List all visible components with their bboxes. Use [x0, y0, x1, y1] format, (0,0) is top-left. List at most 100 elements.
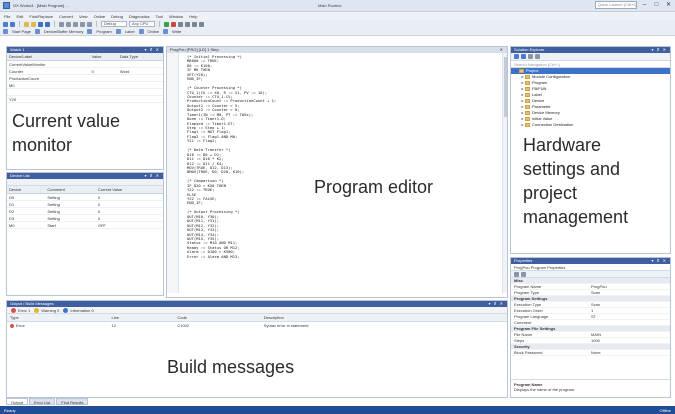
- device-col-device[interactable]: Device: [7, 186, 46, 194]
- save-all-icon[interactable]: [45, 21, 50, 27]
- code-area[interactable]: (* Initial Processing *) M8000 := TRUE; D0…: [179, 53, 276, 293]
- alphabetical-icon[interactable]: [521, 271, 526, 277]
- menu-edit[interactable]: Edit: [16, 14, 23, 19]
- property-value[interactable]: [591, 320, 670, 325]
- build-col-code[interactable]: Code: [174, 314, 261, 322]
- run-icon[interactable]: [164, 21, 169, 27]
- monitor-row[interactable]: [7, 88, 163, 96]
- tab-find-results[interactable]: Find Results: [56, 398, 89, 405]
- panel-pin-close-icons[interactable]: ▾ ⊼ ✕: [488, 301, 504, 307]
- stop-icon[interactable]: [171, 21, 176, 27]
- build-col-description[interactable]: Description: [260, 314, 507, 322]
- refresh-icon[interactable]: [521, 54, 526, 59]
- build-col-line[interactable]: Line: [108, 314, 175, 322]
- property-value[interactable]: 1000: [591, 338, 670, 343]
- panel-pin-close-icons[interactable]: ▾ ⊼ ✕: [651, 258, 667, 264]
- explorer-search-input[interactable]: Search Navigation (Ctrl+;): [511, 61, 670, 68]
- menu-file[interactable]: File: [4, 14, 10, 19]
- menu-window[interactable]: Window: [169, 14, 183, 19]
- property-value[interactable]: Scan: [591, 302, 670, 307]
- configuration-dropdown[interactable]: Debug: [101, 21, 127, 27]
- property-value[interactable]: [591, 344, 670, 349]
- monitor-row[interactable]: Counter 0 Word: [7, 67, 163, 75]
- read-plc-icon[interactable]: [199, 21, 204, 27]
- monitor-row[interactable]: M0: [7, 81, 163, 89]
- info-filter-button[interactable]: Information 0: [63, 307, 94, 313]
- menu-tool[interactable]: Tool: [156, 14, 163, 19]
- menu-view[interactable]: View: [79, 14, 88, 19]
- code-line[interactable]: Error := Alarm AND M13;: [187, 254, 276, 259]
- minimize-button[interactable]: –: [640, 1, 649, 9]
- panel-pin-close-icons[interactable]: ▾ ⊼ ✕: [144, 173, 160, 179]
- panel-pin-close-icons[interactable]: ▾ ⊼ ✕: [144, 47, 160, 53]
- properties-object-selector[interactable]: ProgPou Program Properties: [511, 264, 670, 271]
- property-value[interactable]: ST: [591, 314, 670, 319]
- tree-item[interactable]: ▸ Connection Destination: [511, 122, 670, 128]
- properties-icon[interactable]: [535, 54, 540, 59]
- property-value[interactable]: 1: [591, 308, 670, 313]
- quick-launch-input[interactable]: Quick Launch (Ctrl+Q): [595, 1, 637, 9]
- back-icon[interactable]: [3, 21, 8, 27]
- monitor-row[interactable]: ProductionCount: [7, 74, 163, 82]
- menu-help[interactable]: Help: [189, 14, 197, 19]
- home-icon[interactable]: [514, 54, 519, 59]
- device-col-comment[interactable]: Comment: [45, 186, 96, 194]
- build-message-row[interactable]: Error 12 C1002 Syntax error in statement: [7, 322, 507, 329]
- property-value[interactable]: [591, 278, 670, 283]
- monitor-col-device[interactable]: Device/Label: [7, 53, 90, 61]
- device-row[interactable]: M0 Start OFF: [7, 221, 163, 229]
- monitor-col-value[interactable]: Value: [89, 53, 118, 61]
- device-row[interactable]: D2 Setting 0: [7, 207, 163, 215]
- menu-diagnostics[interactable]: Diagnostics: [129, 14, 150, 19]
- monitor-col-type[interactable]: Data Type: [117, 53, 163, 61]
- paste-icon[interactable]: [73, 21, 78, 27]
- cut-icon[interactable]: [59, 21, 64, 27]
- property-value[interactable]: ProgPou: [591, 284, 670, 289]
- editor-scrollbar[interactable]: [502, 53, 507, 293]
- panel-pin-close-icons[interactable]: ▾ ⊼ ✕: [651, 47, 667, 53]
- close-button[interactable]: ✕: [664, 1, 673, 9]
- editor-body[interactable]: (* Initial Processing *) M8000 := TRUE; D0…: [167, 53, 507, 293]
- collapse-all-icon[interactable]: [528, 54, 533, 59]
- forward-icon[interactable]: [10, 21, 15, 27]
- tab-write[interactable]: Write: [172, 29, 181, 34]
- monitor-icon[interactable]: [185, 21, 190, 27]
- error-filter-button[interactable]: Error 1: [11, 307, 30, 313]
- copy-icon[interactable]: [66, 21, 71, 27]
- editor-tab-title[interactable]: ProgPou [PRG] [LD] 1 Step: [170, 47, 219, 52]
- device-row[interactable]: D0 Setting 0: [7, 193, 163, 201]
- tab-start-page[interactable]: Start Page: [12, 29, 31, 34]
- build-col-type[interactable]: Type: [7, 314, 109, 322]
- save-icon[interactable]: [38, 21, 43, 27]
- menu-find-replace[interactable]: Find/Replace: [29, 14, 53, 19]
- tab-online[interactable]: Online: [148, 29, 160, 34]
- undo-icon[interactable]: [80, 21, 85, 27]
- redo-icon[interactable]: [87, 21, 92, 27]
- platform-dropdown[interactable]: Any CPU: [129, 21, 155, 27]
- tab-program[interactable]: Program: [96, 29, 111, 34]
- device-row[interactable]: D3 Setting 0: [7, 214, 163, 222]
- step-icon[interactable]: [178, 21, 183, 27]
- write-plc-icon[interactable]: [192, 21, 197, 27]
- property-row[interactable]: Block Password None: [511, 350, 670, 356]
- property-value[interactable]: Scan: [591, 290, 670, 295]
- tab-device-memory[interactable]: Device/Buffer Memory: [44, 29, 84, 34]
- menu-convert[interactable]: Convert: [59, 14, 73, 19]
- open-folder-icon[interactable]: [31, 21, 36, 27]
- menu-online[interactable]: Online: [94, 14, 106, 19]
- new-project-icon[interactable]: [24, 21, 29, 27]
- tab-output[interactable]: Output: [6, 398, 29, 405]
- device-row[interactable]: D1 Setting 0: [7, 200, 163, 208]
- warning-filter-button[interactable]: Warning 0: [34, 307, 59, 313]
- tab-error-list[interactable]: Error List: [29, 398, 56, 405]
- device-col-value[interactable]: Current Value: [95, 186, 163, 194]
- property-value[interactable]: [591, 326, 670, 331]
- property-value[interactable]: None: [591, 350, 670, 355]
- tab-label[interactable]: Label: [125, 29, 135, 34]
- property-value[interactable]: MAIN: [591, 332, 670, 337]
- property-value[interactable]: [591, 296, 670, 301]
- maximize-button[interactable]: □: [652, 1, 661, 9]
- menu-debug[interactable]: Debug: [111, 14, 123, 19]
- editor-scroll-thumb[interactable]: [504, 57, 507, 117]
- categorized-icon[interactable]: [514, 271, 519, 277]
